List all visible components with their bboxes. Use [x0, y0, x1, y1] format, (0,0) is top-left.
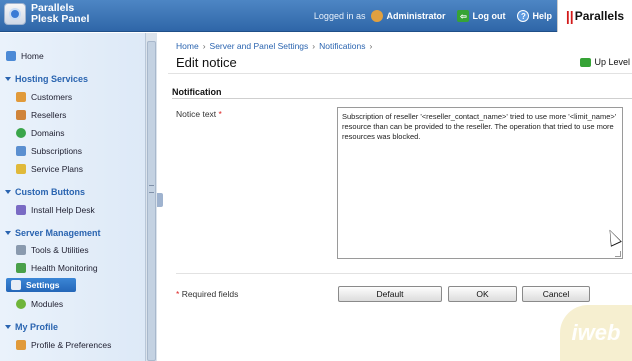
- parallels-bars-icon: ||: [565, 8, 574, 24]
- user-link[interactable]: Administrator: [371, 10, 445, 22]
- form-divider: [176, 273, 632, 274]
- required-asterisk: *: [218, 109, 222, 119]
- sidebar-nav: Home Hosting Services Customers Reseller…: [0, 33, 145, 361]
- section-divider: [172, 98, 632, 99]
- up-level-button[interactable]: Up Level: [580, 57, 630, 67]
- customers-icon: [16, 92, 26, 102]
- service-plans-icon: [16, 164, 26, 174]
- header-user-area: Logged in as Administrator ⇦ Log out ? H…: [314, 0, 552, 32]
- resellers-icon: [16, 110, 26, 120]
- main-content: Home › Server and Panel Settings › Notif…: [163, 33, 632, 361]
- sidebar-item-tools-utilities[interactable]: Tools & Utilities: [16, 243, 89, 257]
- plesk-logo[interactable]: Parallels Plesk Panel: [4, 3, 89, 25]
- default-button[interactable]: Default: [338, 286, 442, 302]
- sidebar-item-modules[interactable]: Modules: [16, 297, 63, 311]
- logout-icon: ⇦: [457, 10, 470, 22]
- user-icon: [371, 10, 384, 22]
- section-server-management[interactable]: Server Management: [5, 226, 101, 240]
- cancel-button[interactable]: Cancel: [522, 286, 590, 302]
- section-hosting-services[interactable]: Hosting Services: [5, 72, 88, 86]
- required-asterisk: *: [176, 289, 180, 299]
- sidebar-item-health-monitoring[interactable]: Health Monitoring: [16, 261, 98, 275]
- logout-link[interactable]: ⇦ Log out: [457, 10, 505, 22]
- sidebar-item-profile-preferences[interactable]: Profile & Preferences: [16, 338, 111, 352]
- breadcrumb-separator: ›: [202, 41, 206, 51]
- sidebar-item-domains[interactable]: Domains: [16, 126, 65, 140]
- help-link[interactable]: ? Help: [517, 10, 552, 22]
- parallels-brand-logo: || Parallels: [557, 0, 632, 32]
- sidebar-item-home[interactable]: Home: [6, 49, 44, 63]
- breadcrumb-server-settings[interactable]: Server and Panel Settings: [210, 41, 309, 51]
- collapse-arrow-icon: [5, 231, 11, 235]
- collapse-arrow-icon: [5, 190, 11, 194]
- home-icon: [6, 51, 16, 61]
- logged-in-label: Logged in as: [313, 11, 366, 21]
- breadcrumb-separator: ›: [312, 41, 316, 51]
- breadcrumb-home[interactable]: Home: [176, 41, 199, 51]
- resize-handle-icon[interactable]: [615, 251, 621, 257]
- section-custom-buttons[interactable]: Custom Buttons: [5, 185, 85, 199]
- brand-name: Parallels: [574, 9, 625, 23]
- section-title: Notification: [172, 87, 222, 97]
- top-header: Parallels Plesk Panel Logged in as Admin…: [0, 0, 632, 32]
- collapse-arrow-icon: [5, 77, 11, 81]
- required-fields-note: * Required fields: [176, 289, 239, 299]
- sidebar-item-service-plans[interactable]: Service Plans: [16, 162, 83, 176]
- breadcrumb: Home › Server and Panel Settings › Notif…: [176, 41, 372, 51]
- watermark-logo: iweb: [560, 305, 632, 361]
- sidebar-scrollbar[interactable]: [145, 33, 157, 361]
- profile-icon: [16, 340, 26, 350]
- plesk-logo-icon: [4, 3, 26, 25]
- subscriptions-icon: [16, 146, 26, 156]
- user-name: Administrator: [386, 11, 446, 21]
- title-divider: [168, 73, 632, 74]
- sidebar-item-settings[interactable]: Settings: [6, 278, 76, 292]
- notice-text-label: Notice text *: [176, 109, 222, 119]
- collapse-arrow-icon: [5, 325, 11, 329]
- sidebar-item-resellers[interactable]: Resellers: [16, 108, 66, 122]
- breadcrumb-notifications[interactable]: Notifications: [319, 41, 365, 51]
- page-title: Edit notice: [176, 55, 237, 70]
- help-icon: ?: [517, 10, 530, 22]
- domains-icon: [16, 128, 26, 138]
- help-label: Help: [532, 11, 552, 21]
- help-desk-icon: [16, 205, 26, 215]
- settings-icon: [11, 280, 21, 290]
- ok-button[interactable]: OK: [448, 286, 517, 302]
- up-level-icon: [580, 57, 592, 67]
- section-my-profile[interactable]: My Profile: [5, 320, 58, 334]
- tools-icon: [16, 245, 26, 255]
- scrollbar-thumb[interactable]: [147, 41, 156, 361]
- modules-icon: [16, 299, 26, 309]
- sidebar-item-install-help-desk[interactable]: Install Help Desk: [16, 203, 95, 217]
- logout-label: Log out: [472, 11, 506, 21]
- scrollbar-grip-icon: [149, 185, 154, 193]
- sidebar-item-customers[interactable]: Customers: [16, 90, 72, 104]
- breadcrumb-separator: ›: [369, 41, 373, 51]
- notice-text-value: Subscription of reseller '<reseller_cont…: [342, 112, 617, 141]
- health-monitoring-icon: [16, 263, 26, 273]
- product-name: Parallels Plesk Panel: [31, 2, 90, 25]
- notice-text-field[interactable]: Subscription of reseller '<reseller_cont…: [337, 107, 623, 259]
- sidebar-item-subscriptions[interactable]: Subscriptions: [16, 144, 82, 158]
